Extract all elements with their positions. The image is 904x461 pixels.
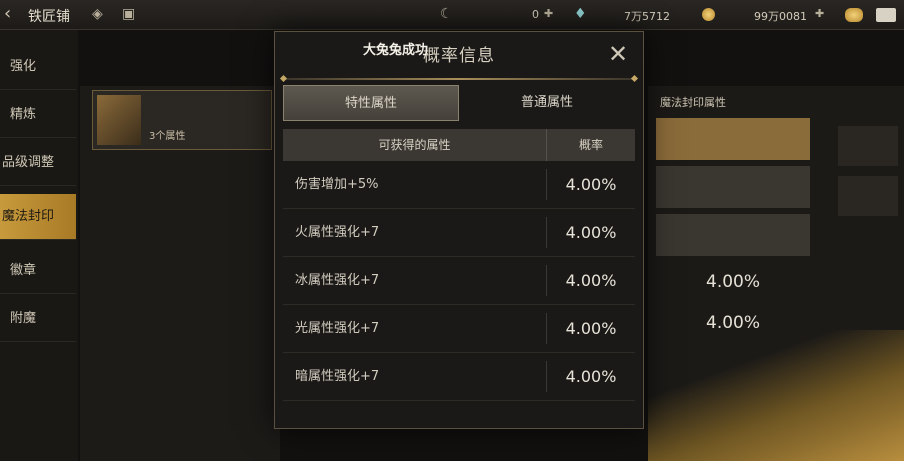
sidebar: 强化 精炼 品级调整 魔法封印 徽章 附魔 (0, 30, 78, 461)
sidebar-item-emblem[interactable]: 徽章 (0, 248, 76, 294)
resource-1-value: 0 (532, 8, 539, 21)
tab-bar: 特性属性 普通属性 (283, 85, 635, 121)
decorative-gradient (648, 330, 904, 461)
rate-cell: 4.00% (565, 319, 617, 338)
moon-icon: ☾ (440, 6, 453, 22)
table-row: 冰属性强化+7 4.00% (283, 257, 635, 305)
divider (283, 78, 635, 80)
side-slot (838, 176, 898, 216)
crystal-icon: ♦ (574, 6, 587, 22)
selected-equipment-item[interactable]: 3个属性 (92, 90, 272, 150)
sidebar-item-magic-seal[interactable]: 魔法封印 (0, 194, 76, 240)
rate-cell: 4.00% (565, 271, 617, 290)
table-row: 伤害增加+5% 4.00% (283, 161, 635, 209)
sidebar-item-refine[interactable]: 精炼 (0, 92, 76, 138)
attribute-cell: 光属性强化+7 (283, 313, 547, 344)
sidebar-item-label: 魔法封印 (2, 209, 55, 224)
sidebar-item-grade-adjust[interactable]: 品级调整 (0, 140, 76, 186)
probability-table: 可获得的属性 概率 伤害增加+5% 4.00% 火属性强化+7 4.00% 冰属… (283, 129, 635, 401)
background-rate: 4.00% (706, 313, 761, 333)
table-row: 火属性强化+7 4.00% (283, 209, 635, 257)
dialog-header: 概率信息 大兔兔成功 ✕ (275, 32, 643, 76)
equipment-thumbnail (97, 95, 141, 145)
sidebar-item-enchant[interactable]: 附魔 (0, 296, 76, 342)
panel-header: 魔法封印属性 (660, 96, 726, 109)
attr-slot[interactable] (656, 166, 810, 208)
plus-icon[interactable]: ✚ (815, 7, 824, 20)
dialog-title: 概率信息 (423, 46, 495, 66)
attribute-cell: 火属性强化+7 (283, 217, 547, 248)
resource-2-value: 7万5712 (624, 10, 670, 23)
plus-icon[interactable]: ✚ (544, 7, 553, 20)
attribute-cell: 冰属性强化+7 (283, 265, 547, 296)
watermark-text: 大兔兔成功 (363, 43, 429, 58)
attribute-cell: 伤害增加+5% (283, 169, 547, 200)
diamond-icon[interactable]: ◈ (92, 6, 103, 22)
sidebar-item-label: 精炼 (10, 107, 37, 122)
gold-pile-icon (845, 8, 863, 22)
mail-icon[interactable] (876, 8, 896, 22)
table-row: 暗属性强化+7 4.00% (283, 353, 635, 401)
sidebar-item-label: 品级调整 (2, 155, 55, 170)
sidebar-item-label: 徽章 (10, 263, 37, 278)
gold-coin-icon (702, 8, 715, 21)
column-header-rate: 概率 (578, 138, 603, 152)
equipment-attr-count: 3个属性 (149, 131, 186, 142)
table-header: 可获得的属性 概率 (283, 129, 635, 161)
table-row: 光属性强化+7 4.00% (283, 305, 635, 353)
sidebar-item-label: 强化 (10, 59, 37, 74)
top-bar: ‹ 铁匠铺 ◈ ▣ ☾ 0 ✚ ♦ 7万5712 99万0081 ✚ (0, 0, 904, 30)
page-title: 铁匠铺 (28, 9, 70, 25)
rate-cell: 4.00% (565, 175, 617, 194)
background-rate: 4.00% (706, 272, 761, 292)
column-header-attribute: 可获得的属性 (283, 129, 547, 161)
resource-3-value: 99万0081 (754, 10, 807, 23)
sidebar-item-label: 附魔 (10, 311, 37, 326)
mail-bag-icon[interactable]: ▣ (122, 6, 135, 22)
rate-cell: 4.00% (565, 223, 617, 242)
attr-slot[interactable] (656, 118, 810, 160)
close-button[interactable]: ✕ (605, 41, 631, 67)
sidebar-item-enhance[interactable]: 强化 (0, 44, 76, 90)
probability-info-dialog: 概率信息 大兔兔成功 ✕ 特性属性 普通属性 可获得的属性 概率 伤害增加+5%… (274, 31, 644, 429)
attribute-cell: 暗属性强化+7 (283, 361, 547, 392)
attr-slot[interactable] (656, 214, 810, 256)
back-arrow-icon[interactable]: ‹ (4, 4, 24, 24)
side-slot (838, 126, 898, 166)
rate-cell: 4.00% (565, 367, 617, 386)
tab-normal-attributes[interactable]: 普通属性 (459, 85, 635, 121)
tab-special-attributes[interactable]: 特性属性 (283, 85, 459, 121)
